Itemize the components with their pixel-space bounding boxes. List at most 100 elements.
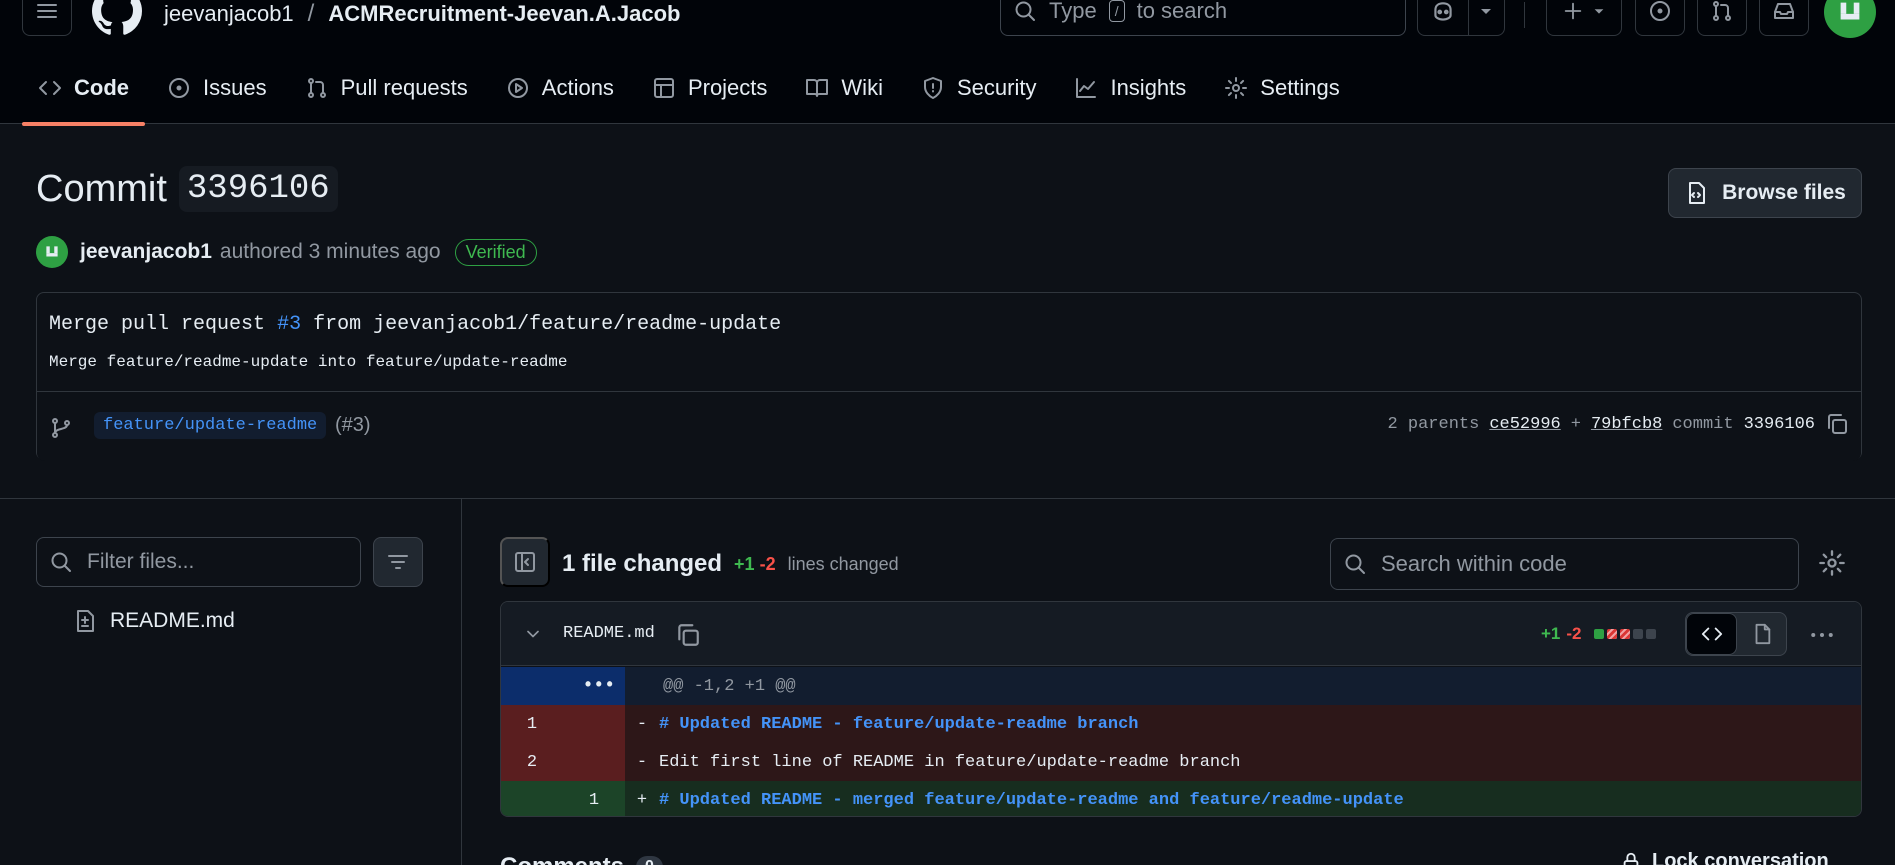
book-icon (806, 79, 829, 97)
lock-conversation-button[interactable]: Lock conversation (1620, 850, 1829, 865)
code-view-button[interactable] (1686, 613, 1737, 655)
pull-request-icon (1713, 1, 1731, 21)
header-divider (1524, 2, 1525, 28)
copilot-button[interactable] (1417, 0, 1505, 36)
diff-sign: + (636, 790, 648, 810)
author-link[interactable]: jeevanjacob1 (80, 240, 212, 264)
identicon-icon (46, 246, 58, 257)
file-tree-item[interactable]: README.md (74, 609, 235, 633)
play-icon (507, 78, 528, 98)
tab-code[interactable]: Code (22, 68, 145, 126)
filter-files-input[interactable]: Filter files... (36, 537, 361, 587)
expand-hunk-button[interactable]: ••• (501, 667, 625, 705)
diff-code: Edit first line of README in feature/upd… (659, 752, 1241, 772)
tab-label: Code (74, 75, 129, 100)
tab-issues[interactable]: Issues (151, 68, 283, 108)
user-avatar[interactable] (1824, 0, 1876, 38)
your-issues-button[interactable] (1635, 0, 1685, 36)
old-line-number[interactable]: 1 (501, 715, 563, 734)
commit-author-line: jeevanjacob1 authored 3 minutes ago Veri… (36, 236, 537, 268)
copy-icon[interactable] (675, 622, 701, 648)
lines-stat: +1 -2 (734, 554, 776, 575)
filter-placeholder: Filter files... (87, 550, 195, 573)
chevron-down-icon[interactable] (523, 624, 543, 644)
file-deletions: -2 (1566, 624, 1582, 643)
hamburger-menu-button[interactable] (22, 0, 72, 36)
message-prefix: Merge pull request (49, 313, 266, 336)
tab-pull-requests[interactable]: Pull requests (289, 68, 484, 108)
diffstat-block (1606, 629, 1617, 639)
tab-label: Projects (687, 75, 768, 100)
github-logo-icon[interactable] (92, 0, 142, 36)
identicon-icon (1840, 2, 1860, 20)
top-header: jeevanjacob1 / ACMRecruitment-Jeevan.A.J… (0, 0, 1895, 126)
gear-icon[interactable] (1818, 549, 1846, 577)
tab-insights[interactable]: Insights (1058, 68, 1202, 108)
diff-line-deleted: 2 - Edit first line of README in feature/… (501, 743, 1861, 781)
pr-link[interactable]: #3 (277, 313, 301, 336)
authored-time: authored 3 minutes ago (219, 240, 441, 263)
new-line-number[interactable]: 1 (563, 791, 625, 810)
branch-link[interactable]: feature/update-readme (94, 412, 327, 439)
search-icon (1015, 1, 1035, 21)
tab-settings[interactable]: Settings (1208, 68, 1356, 108)
table-icon (653, 78, 674, 98)
old-line-number[interactable]: 2 (501, 753, 563, 772)
tab-security[interactable]: Security (905, 68, 1052, 108)
tab-label: Security (956, 75, 1037, 100)
filter-options-button[interactable] (373, 537, 423, 587)
browse-files-label: Browse files (1722, 181, 1846, 204)
diffstat-block (1632, 629, 1643, 639)
toggle-file-tree-button[interactable] (500, 537, 550, 587)
tab-label: Pull requests (340, 75, 468, 100)
repo-tabs: Code Issues Pull requests Actions Projec… (22, 68, 1362, 126)
diff-sign: - (636, 752, 648, 772)
create-new-button[interactable] (1546, 0, 1622, 36)
search-within-code-input[interactable]: Search within code (1330, 538, 1799, 590)
diff-code: # Updated README - feature/update-readme… (659, 714, 1139, 734)
diffstat-block (1645, 629, 1656, 639)
comments-count: 0 (636, 856, 663, 865)
your-pull-requests-button[interactable] (1697, 0, 1747, 36)
search-icon (1345, 554, 1365, 574)
tab-label: Settings (1260, 75, 1340, 100)
sidebar-divider (461, 499, 462, 865)
tab-wiki[interactable]: Wiki (789, 68, 899, 108)
parent-sha-link[interactable]: ce52996 (1489, 415, 1560, 434)
commit-sha: 3396106 (178, 166, 338, 212)
file-view-button[interactable] (1737, 613, 1786, 655)
kebab-menu-icon[interactable] (1807, 620, 1837, 650)
hunk-header: @@ -1,2 +1 @@ (625, 667, 1861, 705)
tab-label: Insights (1110, 75, 1187, 100)
commit-message-box: Merge pull request #3 from jeevanjacob1/… (36, 292, 1862, 461)
search-icon (51, 552, 71, 572)
global-search-input[interactable]: Type / to search (1000, 0, 1406, 36)
tab-projects[interactable]: Projects (636, 68, 783, 108)
tab-actions[interactable]: Actions (490, 68, 630, 108)
copy-icon[interactable] (1825, 412, 1849, 436)
file-diff: README.md +1 -2 ••• @@ -1,2 +1 @@ 1 - # … (500, 601, 1862, 817)
author-avatar[interactable] (36, 236, 68, 268)
pr-reference-link[interactable]: (#3) (335, 414, 371, 437)
parent-sha-link[interactable]: 79bfcb8 (1591, 415, 1662, 434)
message-suffix: from jeevanjacob1/feature/readme-update (313, 313, 782, 336)
section-divider (0, 498, 1895, 499)
pull-request-icon (307, 78, 326, 98)
verified-badge[interactable]: Verified (454, 238, 537, 266)
diff-view-toggle (1685, 612, 1787, 656)
notifications-button[interactable] (1759, 0, 1809, 36)
repo-owner-link[interactable]: jeevanjacob1 (164, 1, 294, 27)
search-suffix: to search (1136, 0, 1228, 23)
repo-name-link[interactable]: ACMRecruitment-Jeevan.A.Jacob (328, 1, 680, 27)
diffstat-blocks (1593, 629, 1656, 639)
diff-sign: - (636, 714, 648, 734)
commit-message-body: Merge feature/readme-update into feature… (49, 353, 568, 371)
diff-filename[interactable]: README.md (563, 624, 655, 643)
file-icon (1755, 623, 1770, 645)
filter-icon (388, 555, 408, 569)
browse-files-button[interactable]: Browse files (1668, 168, 1862, 218)
breadcrumb-separator: / (307, 0, 315, 27)
file-code-icon (1689, 182, 1706, 204)
commit-message-title: Merge pull request #3 from jeevanjacob1/… (49, 313, 781, 336)
additions-count: +1 (734, 553, 755, 574)
